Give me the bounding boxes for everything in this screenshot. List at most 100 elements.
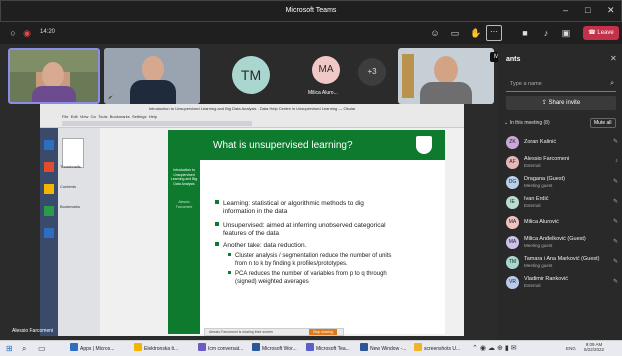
bullet-icon [215,222,219,226]
participant-row[interactable]: MA Milica Anđelković (Guest) Meeting gue… [506,234,618,254]
app-icon[interactable] [44,140,54,150]
participant-row[interactable]: ZK Zoran Kalinić ✎ [506,134,618,154]
menu-item[interactable]: Go [91,114,96,119]
desktop-icons [40,128,58,336]
menu-item[interactable]: Tools [98,114,107,119]
sidebar-tab-thumbnails[interactable]: Thumbnails [60,164,81,169]
shared-screen[interactable]: Introduction to Unsupervised Learning an… [40,104,464,336]
app-icon [414,343,422,351]
mic-off-icon: ✎ [612,199,618,205]
mic-icon[interactable]: ♪ [541,28,551,38]
participant-name: Tamara i Ana Marković (Guest) [524,256,600,262]
participant-name: Vladimir Ranković [524,276,569,282]
overflow-tile[interactable]: +3 [350,48,394,104]
share-invite-button[interactable]: ⇪ Share invite [506,96,616,110]
search-icon[interactable]: ⌕ [22,344,26,354]
taskbar-item[interactable]: Apps | Micros... [70,343,114,355]
viewer-toolbar-buttons[interactable] [62,121,252,126]
viewer-sidebar: Thumbnails Contents Bookmarks [58,128,100,336]
taskbar-item[interactable]: Icm conversat... [198,343,243,355]
bullet-item: Unsupervised: aimed at inferring unobser… [215,222,386,230]
participant-name: Ivan Erdić [524,196,549,202]
video-tile[interactable]: 🎤 [104,48,200,104]
close-panel-icon[interactable]: ✕ [610,54,617,63]
participant-name: Dragana (Guest) [524,176,565,182]
system-tray-icons[interactable]: ⌃◉☁⊕▮✉ [472,344,519,352]
participant-row[interactable]: MA Milica Alurović ✎ [506,214,618,234]
participant-role: External [524,203,541,208]
menu-item[interactable]: Help [149,114,157,119]
shoulders [32,86,76,102]
sidebar-tab-contents[interactable]: Contents [60,184,76,189]
start-icon[interactable]: ⊞ [6,344,13,353]
taskbar-item[interactable]: New Window -... [360,343,406,355]
participant-row[interactable]: VR Vladimir Ranković External ✎ [506,274,618,294]
more-participants-count: +3 [358,58,386,86]
minimize-button[interactable]: – [563,5,568,15]
search-icon: ⌕ [610,80,614,87]
bullet-item: (signed) weighted averages [235,279,309,285]
close-button[interactable]: ✕ [607,5,615,16]
language-indicator[interactable]: ENG [566,346,576,351]
slide-sidebar: Introduction to Unsupervised Learning an… [168,160,200,334]
menu-item[interactable]: File [62,114,68,119]
avatar: ZK [506,136,519,149]
leave-label: Leave [597,30,614,36]
slide-title: What is unsupervised learning? [213,140,353,151]
avatar: TM [232,56,270,94]
camera-icon[interactable]: ■ [520,28,530,38]
app-icon[interactable] [44,206,54,216]
participant-row[interactable]: IE Ivan Erdić External ✎ [506,194,618,214]
leave-button[interactable]: ☎ Leave [583,26,619,40]
participant-row[interactable]: DG Dragana (Guest) Meeting guest ✎ [506,174,618,194]
menu-item[interactable]: Bookmarks [110,114,130,119]
stop-sharing-button[interactable]: Stop sharing [309,329,337,335]
app-icon[interactable] [44,228,54,238]
menu-item[interactable]: View [80,114,89,119]
presentation-slide: What is unsupervised learning? Introduct… [168,130,445,334]
app-icon[interactable] [44,162,54,172]
bullet-icon [228,253,231,256]
recording-indicator-icon: ○ [10,28,16,38]
bullet-icon [215,200,219,204]
avatar-tile[interactable]: TM [204,48,300,104]
app-icon[interactable] [44,184,54,194]
maximize-button[interactable]: □ [585,5,590,15]
meeting-section[interactable]: ⌄ In this meeting (8) [504,120,550,126]
bullet-item: information in the data [223,208,288,215]
share-screen-icon[interactable]: ▣ [561,28,571,38]
mic-off-icon: ✎ [612,219,618,225]
meeting-toolbar: ○ ◉ 14:20 ☺ ▭ ✋ ··· ■ ♪ ▣ ☎ Leave [0,22,622,44]
people-icon[interactable]: ☺ [430,28,440,38]
mute-all-button[interactable]: Mute all [590,118,616,128]
video-tile[interactable] [8,48,100,104]
participant-role: External [524,163,541,168]
avatar: MA [506,236,519,249]
participant-role: External [524,283,541,288]
presenter-label: Alessio Farcomeni [12,328,54,334]
clock[interactable]: 9:09 AM 5/22/2022 [584,342,604,352]
shoulders [130,80,176,104]
window-title: Microsoft Teams [285,7,337,14]
search-input[interactable]: Type a name ⌕ [506,78,616,92]
avatar-tile[interactable]: MA Milica Aluro... [304,48,348,104]
background-object [402,54,414,98]
face [42,62,64,88]
more-actions-button[interactable]: ··· [486,25,502,41]
participant-row[interactable]: AF Alessio Farcomeni External ♪ [506,154,618,174]
taskbar-item[interactable]: Elektronska ti... [134,343,178,355]
app-icon [134,343,142,351]
taskbar-item[interactable]: screenshots U... [414,343,460,355]
sidebar-tab-bookmarks[interactable]: Bookmarks [60,204,80,209]
participant-row[interactable]: TM Tamara i Ana Marković (Guest) Meeting… [506,254,618,274]
menu-item[interactable]: Settings [132,114,146,119]
taskbar-item[interactable]: Microsoft Tea... [306,343,350,355]
bullet-icon [215,242,219,246]
video-tile[interactable] [398,48,494,104]
record-icon: ◉ [23,28,31,38]
reactions-icon[interactable]: ✋ [470,28,481,38]
menu-item[interactable]: Edit [71,114,78,119]
task-view-icon[interactable]: ▭ [38,344,46,353]
taskbar-item[interactable]: Microsoft Wor... [252,343,297,355]
chat-icon[interactable]: ▭ [450,28,460,38]
